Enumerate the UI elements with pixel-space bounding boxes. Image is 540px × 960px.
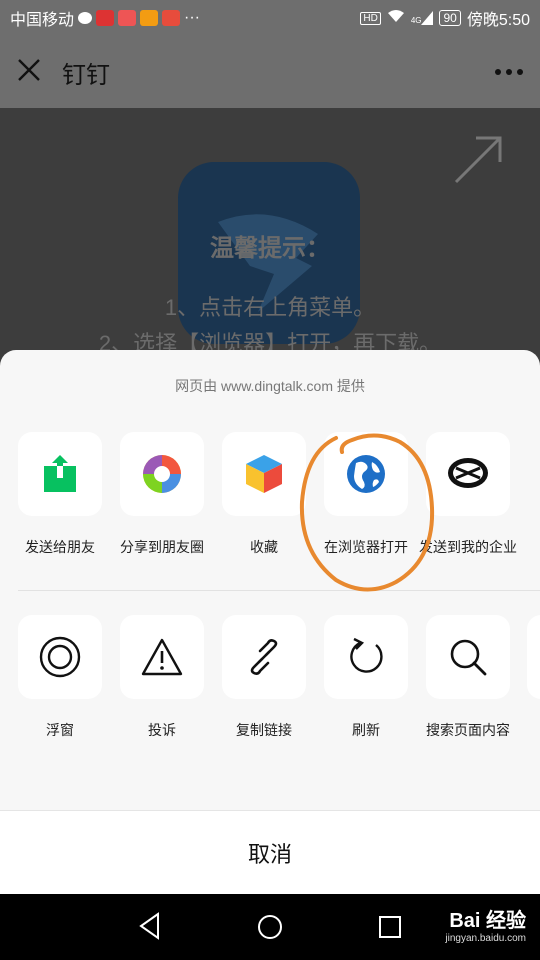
watermark-main: Bai 经验 xyxy=(449,910,526,932)
link-icon xyxy=(222,615,306,699)
close-icon[interactable] xyxy=(16,57,42,88)
open-in-browser-label: 在浏览器打开 xyxy=(324,539,408,555)
search-page-label: 搜索页面内容 xyxy=(426,722,510,738)
video-app-icon xyxy=(140,10,159,26)
float-window-icon xyxy=(18,615,102,699)
page-title: 钉钉 xyxy=(62,61,110,89)
work-wechat-icon xyxy=(426,432,510,516)
warning-icon xyxy=(120,615,204,699)
partial-tile xyxy=(527,615,540,699)
open-in-browser-button[interactable]: 在浏览器打开 xyxy=(315,432,417,556)
share-row-primary: 发送给朋友 分享到朋友圈 收藏 在浏览器打开 发送到我的企业 xyxy=(0,432,540,582)
provider-text: 网页由 www.dingtalk.com 提供 xyxy=(175,378,365,394)
complaint-label: 投诉 xyxy=(148,722,176,738)
tip-title: 温馨提示： xyxy=(210,235,330,262)
send-to-enterprise-label: 发送到我的企业 xyxy=(419,539,517,555)
arrow-up-right-icon xyxy=(452,132,506,191)
navigation-bar: Bai 经验 jingyan.baidu.com xyxy=(0,894,540,960)
moments-icon xyxy=(120,432,204,516)
cancel-button[interactable]: 取消 xyxy=(0,810,540,894)
title-bar: 钉钉 xyxy=(0,36,540,108)
search-icon xyxy=(426,615,510,699)
more-notifications-icon: ··· xyxy=(184,9,200,26)
divider xyxy=(18,590,540,591)
refresh-icon xyxy=(324,615,408,699)
search-page-button[interactable]: 搜索页面内容 xyxy=(417,615,519,739)
float-window-button[interactable]: 浮窗 xyxy=(9,615,111,739)
carrier-name: 中国移动 xyxy=(10,12,75,29)
copy-link-button[interactable]: 复制链接 xyxy=(213,615,315,739)
app-notification-icon xyxy=(96,10,115,26)
refresh-button[interactable]: 刷新 xyxy=(315,615,417,739)
app-notification-icon xyxy=(118,10,137,26)
complaint-button[interactable]: 投诉 xyxy=(111,615,213,739)
signal-icon: 4G xyxy=(411,11,434,25)
back-icon[interactable] xyxy=(138,912,162,945)
status-bar: 中国移动 ··· HD 4G 90 傍晚5:50 xyxy=(0,0,540,36)
send-to-enterprise-button[interactable]: 发送到我的企业 xyxy=(417,432,519,556)
copy-link-label: 复制链接 xyxy=(236,722,292,738)
tip-line-1: 1、点击右上角菜单。 xyxy=(164,295,376,320)
more-option-partial[interactable] xyxy=(519,615,540,699)
baidu-jingyan-watermark: Bai 经验 jingyan.baidu.com xyxy=(445,904,526,944)
send-to-friend-button[interactable]: 发送给朋友 xyxy=(9,432,111,556)
hd-icon: HD xyxy=(360,11,381,25)
share-moments-button[interactable]: 分享到朋友圈 xyxy=(111,432,213,556)
watermark-sub: jingyan.baidu.com xyxy=(445,933,526,944)
globe-icon xyxy=(324,432,408,516)
battery-icon: 90 xyxy=(439,10,461,26)
favorite-button[interactable]: 收藏 xyxy=(213,432,315,556)
app-notification-icon xyxy=(162,10,181,26)
clock: 傍晚5:50 xyxy=(466,12,530,29)
float-window-label: 浮窗 xyxy=(46,722,74,738)
refresh-label: 刷新 xyxy=(352,722,380,738)
wifi-icon xyxy=(387,9,405,28)
home-icon[interactable] xyxy=(257,914,283,945)
web-content: 温馨提示： 1、点击右上角菜单。 2、选择【浏览器】打开，再下载。 xyxy=(0,108,540,368)
share-row-secondary: 浮窗 投诉 复制链接 刷新 搜索页面内容 xyxy=(0,615,540,765)
share-to-friend-icon xyxy=(18,432,102,516)
recent-apps-icon[interactable] xyxy=(378,915,402,944)
more-menu-icon[interactable] xyxy=(494,63,524,81)
favorite-cube-icon xyxy=(222,432,306,516)
send-to-friend-label: 发送给朋友 xyxy=(25,539,95,555)
share-sheet: 网页由 www.dingtalk.com 提供 发送给朋友 分享到朋友圈 收藏 … xyxy=(0,350,540,894)
share-moments-label: 分享到朋友圈 xyxy=(120,539,204,555)
wechat-notification-icon xyxy=(78,12,93,24)
favorite-label: 收藏 xyxy=(250,539,278,555)
